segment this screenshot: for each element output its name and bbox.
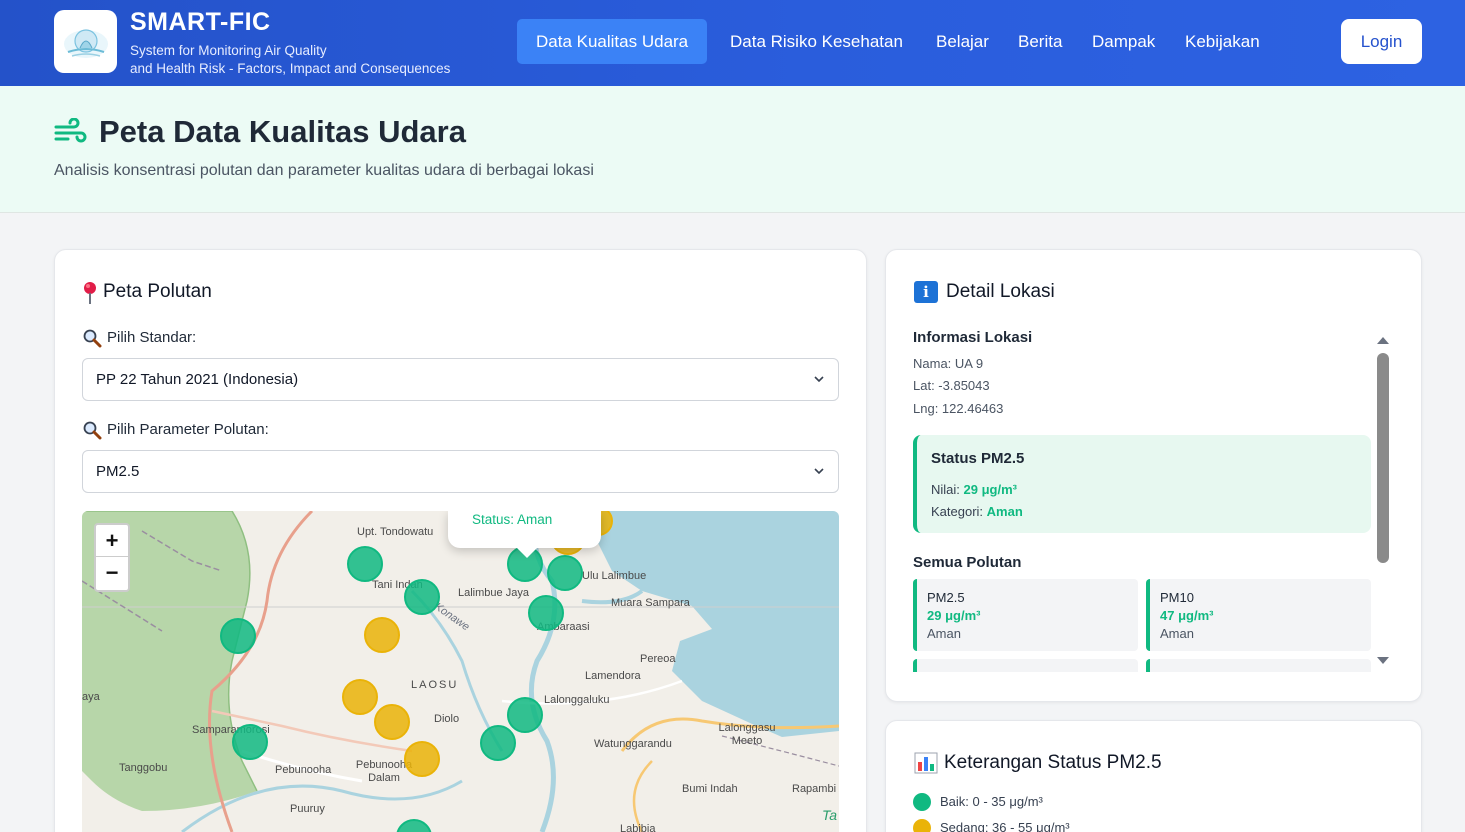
pollutant-card: PM10 47 μg/m³ Aman <box>1146 579 1371 651</box>
zoom-in-button[interactable]: + <box>96 525 128 557</box>
status-category-row: Kategori: Aman <box>931 504 1023 519</box>
marker-safe <box>220 618 256 654</box>
magnifier-icon <box>82 420 102 445</box>
legend-dot-good <box>913 793 931 811</box>
marker-moderate <box>342 679 378 715</box>
pushpin-icon <box>82 281 98 310</box>
nav-belajar[interactable]: Belajar <box>936 19 989 64</box>
pollutant-status: Aman <box>927 626 961 641</box>
status-title: Status PM2.5 <box>931 450 1025 467</box>
parameter-label: Pilih Parameter Polutan: <box>107 421 269 438</box>
map-markers <box>220 511 613 832</box>
status-category: Aman <box>986 504 1023 519</box>
location-name: Nama: UA 9 <box>913 356 984 371</box>
info-icon: i <box>914 281 938 303</box>
legend-dot-moderate <box>913 819 931 832</box>
detail-scrollbar-thumb[interactable] <box>1377 353 1389 563</box>
status-card: Status PM2.5 Nilai: 29 μg/m³ Kategori: A… <box>913 435 1371 533</box>
marker-moderate <box>364 617 400 653</box>
pollutant-name: PM10 <box>1160 590 1194 605</box>
parameter-select-value: PM2.5 <box>96 463 140 480</box>
map-card-title: Peta Polutan <box>103 281 212 302</box>
wind-icon <box>54 117 88 151</box>
bar-chart-icon <box>914 752 938 779</box>
zoom-control: + − <box>94 523 130 592</box>
brand-title: SMART-FIC <box>130 8 271 36</box>
map-label-edge: Ta <box>822 807 838 823</box>
pollutant-map[interactable]: Upt. Tondowatu Tani Indah Lalimbue Jaya … <box>82 511 839 832</box>
marker-safe <box>232 724 268 760</box>
pollutant-name: PM2.5 <box>927 590 965 605</box>
login-button[interactable]: Login <box>1341 19 1422 64</box>
pollutant-value: 29 μg/m³ <box>927 608 981 623</box>
pollutant-card-partial <box>913 659 1138 672</box>
magnifier-icon <box>82 328 102 353</box>
legend-card <box>885 720 1422 832</box>
brand-subtitle-line1: System for Monitoring Air Quality <box>130 43 327 58</box>
app-logo[interactable] <box>54 10 117 73</box>
status-value: 29 μg/m³ <box>963 482 1017 497</box>
chevron-down-icon <box>814 376 824 383</box>
standard-select-value: PP 22 Tahun 2021 (Indonesia) <box>96 371 299 388</box>
marker-safe <box>347 546 383 582</box>
marker-safe <box>404 579 440 615</box>
location-info-heading: Informasi Lokasi <box>913 329 1033 346</box>
page-title: Peta Data Kualitas Udara <box>99 114 466 149</box>
pollutant-status: Aman <box>1160 626 1194 641</box>
nav-kebijakan[interactable]: Kebijakan <box>1185 19 1260 64</box>
marker-safe <box>528 595 564 631</box>
page-subtitle: Analisis konsentrasi polutan dan paramet… <box>54 162 594 179</box>
status-value-label: Nilai: <box>931 482 960 497</box>
marker-safe <box>396 819 432 832</box>
nav-dampak[interactable]: Dampak <box>1092 19 1155 64</box>
marker-safe <box>507 697 543 733</box>
nav-berita[interactable]: Berita <box>1018 19 1062 64</box>
zoom-out-button[interactable]: − <box>96 557 128 589</box>
brand-subtitle: System for Monitoring Air Quality and He… <box>130 42 490 78</box>
pollutant-card-partial <box>1146 659 1371 672</box>
standard-select[interactable]: PP 22 Tahun 2021 (Indonesia) <box>82 358 839 401</box>
legend-label-good: Baik: 0 - 35 μg/m³ <box>940 794 1043 809</box>
legend-label-moderate: Sedang: 36 - 55 μg/m³ <box>940 820 1070 832</box>
location-lat: Lat: -3.85043 <box>913 378 990 393</box>
top-navbar: SMART-FIC System for Monitoring Air Qual… <box>0 0 1465 86</box>
pollutant-value: 47 μg/m³ <box>1160 608 1214 623</box>
nav-data-kualitas-udara[interactable]: Data Kualitas Udara <box>517 19 708 64</box>
marker-moderate <box>404 741 440 777</box>
page-hero: Peta Data Kualitas Udara Analisis konsen… <box>0 86 1465 213</box>
status-category-label: Kategori: <box>931 504 984 519</box>
location-lng: Lng: 122.46463 <box>913 401 1004 416</box>
map-popup-tip <box>516 547 538 558</box>
nav-data-risiko-kesehatan[interactable]: Data Risiko Kesehatan <box>730 19 903 64</box>
popup-status-text: Status: Aman <box>472 512 553 527</box>
legend-card-title: Keterangan Status PM2.5 <box>944 752 1162 773</box>
chevron-down-icon <box>814 468 824 475</box>
brand-subtitle-line2: and Health Risk - Factors, Impact and Co… <box>130 61 451 76</box>
standard-label: Pilih Standar: <box>107 329 197 346</box>
map-popup: Status: Aman <box>448 511 601 548</box>
all-pollutants-heading: Semua Polutan <box>913 554 1022 571</box>
marker-safe <box>547 555 583 591</box>
pollutant-card: PM2.5 29 μg/m³ Aman <box>913 579 1138 651</box>
parameter-select[interactable]: PM2.5 <box>82 450 839 493</box>
detail-card-title: Detail Lokasi <box>946 281 1055 302</box>
marker-safe <box>480 725 516 761</box>
status-value-row: Nilai: 29 μg/m³ <box>931 482 1017 497</box>
marker-moderate <box>374 704 410 740</box>
